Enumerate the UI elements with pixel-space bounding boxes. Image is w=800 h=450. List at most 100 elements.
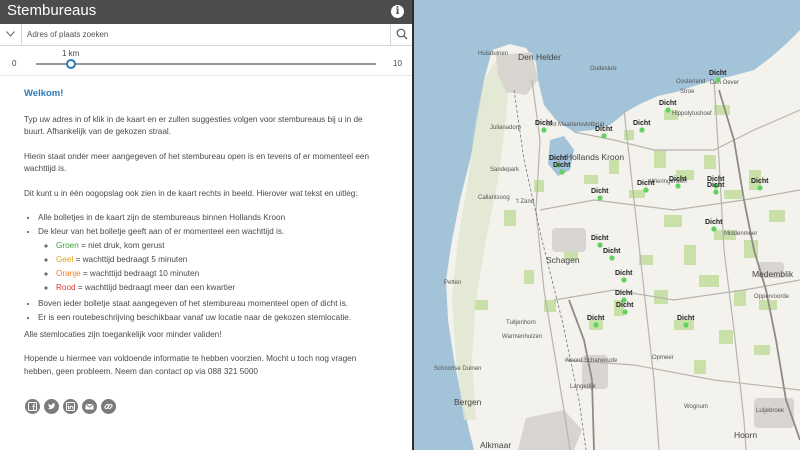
info-icon[interactable]: i [391, 5, 404, 18]
info-content: Welkom! Typ uw adres in of klik in de ka… [24, 88, 384, 390]
link-icon[interactable] [101, 399, 116, 414]
search-button[interactable] [390, 24, 412, 45]
slider-max-label: 10 [393, 59, 402, 68]
marker-status-label: Dicht [659, 100, 677, 107]
list-item: Alle bolletjes in de kaart zijn de stemb… [38, 212, 384, 225]
legend-text: = wachttijd bedraagt meer dan een kwarti… [75, 282, 236, 292]
list-item: Boven ieder bolletje staat aangegeven of… [38, 298, 384, 311]
polling-station-marker[interactable] [597, 195, 603, 201]
place-label: Den Oever [710, 80, 739, 86]
place-label: Schagen [546, 255, 580, 265]
slider-value-label: 1 km [62, 49, 80, 58]
search-icon [396, 28, 408, 40]
polling-station-marker[interactable] [711, 226, 717, 232]
polling-station-marker[interactable] [601, 133, 607, 139]
place-label: Hippolytushoef [672, 111, 712, 117]
email-icon[interactable] [82, 399, 97, 414]
marker-status-label: Dicht [595, 126, 613, 133]
place-label: Sandepark [490, 167, 520, 173]
place-label: Oppervoorde [754, 294, 790, 300]
place-label: Hollands Kroon [566, 152, 624, 162]
marker-status-label: Dicht [705, 219, 723, 226]
place-label: Hoorn [734, 430, 757, 440]
legend-color-word: Oranje [56, 268, 81, 278]
legend-color-word: Groen [56, 240, 79, 250]
marker-status-label: Dicht [535, 120, 553, 127]
place-label: 't Zand [516, 199, 534, 205]
polling-station-marker[interactable] [683, 322, 689, 328]
slider-min-label: 0 [12, 59, 17, 68]
polling-station-marker[interactable] [715, 77, 721, 83]
marker-status-label: Dicht [549, 155, 567, 162]
place-label: Wognum [684, 404, 708, 410]
place-label: Opmeer [652, 355, 674, 361]
polling-station-marker[interactable] [643, 187, 649, 193]
polling-station-marker[interactable] [609, 255, 615, 261]
search-input[interactable] [27, 25, 382, 44]
place-label: Bergen [454, 397, 482, 407]
accessibility-note: Alle stemlocaties zijn toegankelijk voor… [24, 329, 222, 339]
slider-handle[interactable] [66, 59, 76, 69]
marker-status-label: Dicht [669, 176, 687, 183]
place-label: Petten [444, 280, 461, 286]
distance-slider: 1 km 0 10 [0, 46, 412, 76]
legend-item-yellow: Geel = wachttijd bedraagt 5 minuten [56, 254, 384, 267]
marker-status-label: Dicht [707, 182, 725, 189]
marker-status-label: Dicht [615, 270, 633, 277]
search-source-dropdown[interactable] [0, 24, 22, 45]
share-buttons [25, 399, 116, 414]
marker-status-label: Dicht [553, 162, 571, 169]
legend-color-word: Geel [56, 254, 74, 264]
polling-station-marker[interactable] [713, 189, 719, 195]
polling-station-marker[interactable] [593, 322, 599, 328]
place-label: Huisduinen [478, 51, 508, 57]
twitter-icon[interactable] [44, 399, 59, 414]
place-label: Oosterland [676, 79, 705, 85]
marker-status-label: Dicht [587, 315, 605, 322]
linkedin-icon[interactable] [63, 399, 78, 414]
polling-station-marker[interactable] [622, 309, 628, 315]
place-label: Medemblik [752, 269, 794, 279]
polling-station-marker[interactable] [757, 185, 763, 191]
marker-status-label: Dicht [616, 302, 634, 309]
marker-status-label: Dicht [591, 188, 609, 195]
place-label: Noord Scharwoude [566, 358, 618, 364]
marker-status-label: Dicht [633, 120, 651, 127]
marker-status-label: Dicht [615, 290, 633, 297]
polling-station-marker[interactable] [665, 107, 671, 113]
legend-text: = wachttijd bedraagt 10 minuten [80, 268, 200, 278]
legend-text: = wachttijd bedraagt 5 minuten [73, 254, 188, 264]
polling-station-marker[interactable] [639, 127, 645, 133]
polling-station-marker[interactable] [621, 277, 627, 283]
place-label: Stroe [680, 89, 695, 95]
place-label: Callantsoog [478, 195, 510, 201]
place-label: Schoorlse Duinen [434, 366, 481, 372]
closing-paragraph: Hopende u hiermee van voldoende informat… [24, 354, 357, 376]
explanation-paragraph: Dit kunt u in één oogopslag ook zien in … [24, 188, 358, 198]
list-item: Er is een routebeschrijving beschikbaar … [38, 312, 384, 325]
polling-station-marker[interactable] [597, 242, 603, 248]
app-header: Stembureaus i [0, 0, 412, 24]
place-label: Julianadorp [490, 125, 522, 131]
marker-status-label: Dicht [709, 70, 727, 77]
polling-station-marker[interactable] [541, 127, 547, 133]
place-label: Alkmaar [480, 440, 511, 450]
color-legend: Groen = niet druk, kom gerust Geel = wac… [38, 240, 384, 295]
facebook-icon[interactable] [25, 399, 40, 414]
legend-text: = niet druk, kom gerust [78, 240, 165, 250]
marker-status-label: Dicht [751, 178, 769, 185]
list-item: De kleur van het bolletje geeft aan of e… [38, 226, 384, 294]
place-label: Tuitjenhorn [506, 320, 536, 326]
map-view[interactable]: Den Helder Huisduinen Julianadorp Ooster… [414, 0, 800, 450]
place-label: Oudesluis [590, 66, 617, 72]
slider-track[interactable] [36, 63, 376, 65]
marker-status-label: Dicht [677, 315, 695, 322]
legend-item-orange: Oranje = wachttijd bedraagt 10 minuten [56, 268, 384, 281]
polling-station-marker[interactable] [675, 183, 681, 189]
map-canvas[interactable]: Den Helder Huisduinen Julianadorp Ooster… [414, 0, 800, 450]
polling-station-marker[interactable] [559, 169, 565, 175]
status-paragraph: Hierin staat onder meer aangegeven of he… [24, 151, 369, 174]
place-label: Lutjebroek [756, 408, 785, 414]
place-label: Middenmeer [724, 231, 757, 237]
place-label: Langedijk [570, 384, 597, 390]
